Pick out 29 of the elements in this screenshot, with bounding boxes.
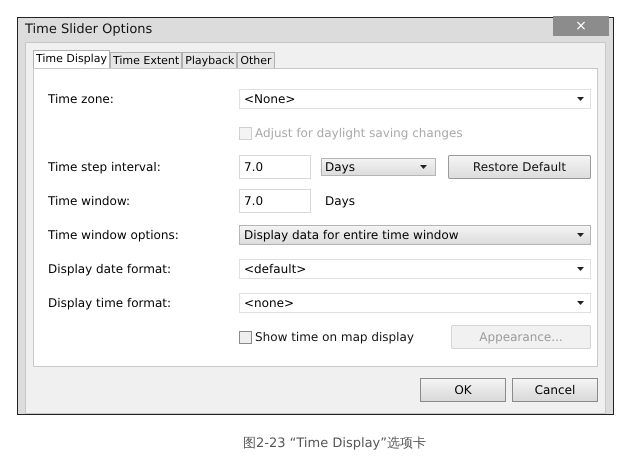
tab[interactable]: Time Extent: [110, 52, 182, 68]
field-label: Time window:: [48, 193, 132, 210]
dialog-button[interactable]: Restore Default: [448, 155, 591, 179]
window-title: Time Slider Options: [25, 21, 152, 40]
tab[interactable]: Other: [237, 52, 275, 68]
unit-label: Days: [325, 193, 355, 210]
field-label: Time zone:: [48, 91, 115, 108]
tab[interactable]: Playback: [182, 52, 238, 68]
unit-dropdown[interactable]: Days: [321, 158, 436, 176]
checkbox[interactable]: Show time on map display: [239, 328, 414, 346]
dropdown-arrow-icon: [577, 233, 584, 237]
number-field[interactable]: 7.0: [239, 155, 311, 179]
dropdown[interactable]: <default>: [239, 259, 591, 279]
dialog-button[interactable]: Cancel: [512, 378, 598, 402]
dropdown-arrow-icon: [577, 97, 584, 101]
field-label: Display date format:: [48, 261, 172, 278]
dropdown-arrow-icon: [420, 165, 427, 169]
dropdown-arrow-icon: [577, 267, 584, 271]
dropdown[interactable]: <none>: [239, 293, 591, 313]
field-label: Time step interval:: [48, 159, 162, 176]
dialog-button[interactable]: OK: [420, 378, 506, 402]
dropdown-arrow-icon: [577, 301, 584, 305]
figure-caption: 图2-23 “Time Display”选项卡: [243, 435, 426, 453]
tab[interactable]: Time Display: [33, 50, 110, 68]
number-field[interactable]: 7.0: [239, 189, 311, 213]
dropdown[interactable]: Display data for entire time window: [239, 225, 591, 245]
field-label: Time window options:: [48, 227, 180, 244]
field-label: Display time format:: [48, 295, 172, 312]
dropdown[interactable]: <None>: [239, 89, 591, 109]
